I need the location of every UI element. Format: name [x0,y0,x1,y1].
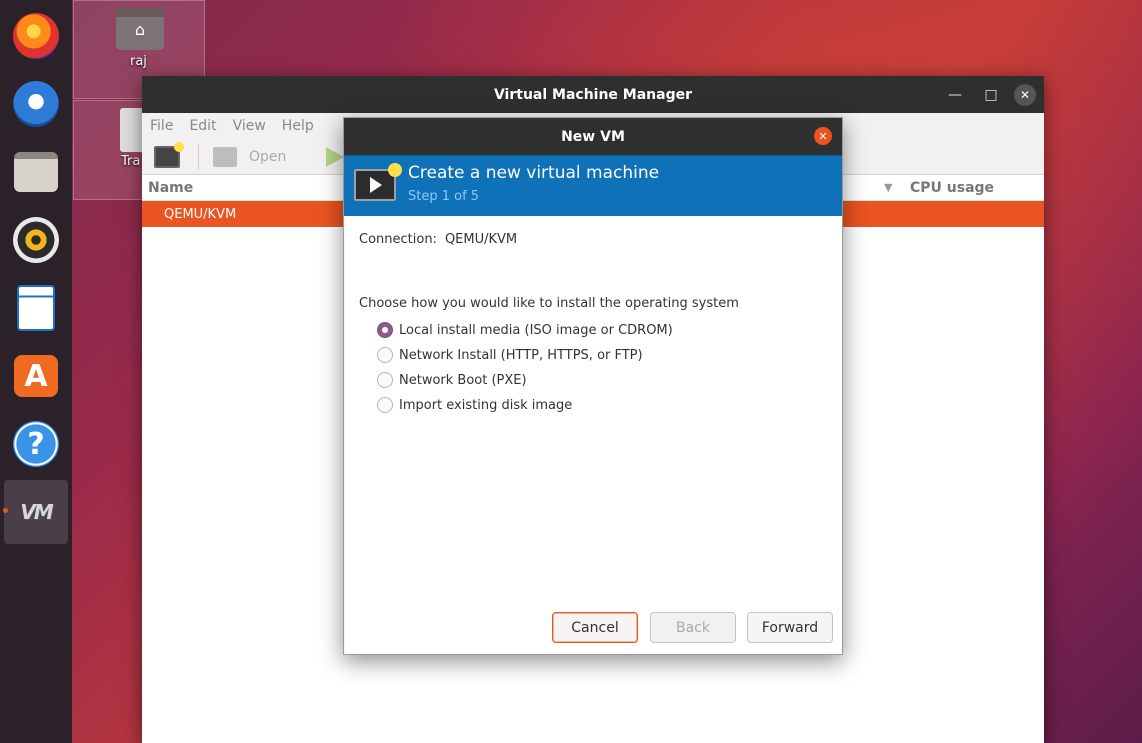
cancel-button[interactable]: Cancel [552,612,638,643]
option-network-boot[interactable]: Network Boot (PXE) [377,372,527,388]
desktop-trash-label: Tra [121,154,140,169]
minimize-icon[interactable]: — [944,84,966,106]
radio-import-disk[interactable] [377,397,393,413]
option-label: Network Boot (PXE) [399,373,527,388]
new-vm-dialog: New VM ✕ Create a new virtual machine St… [343,117,843,655]
dock-item-files[interactable] [4,140,68,204]
main-window-title: Virtual Machine Manager [494,87,692,103]
connection-value: QEMU/KVM [445,232,517,247]
dialog-titlebar: New VM ✕ [344,118,842,155]
option-import-disk[interactable]: Import existing disk image [377,397,572,413]
help-icon: ? [13,421,59,467]
banner-title: Create a new virtual machine [408,163,659,183]
home-folder-icon: ⌂ [116,8,164,50]
main-titlebar: Virtual Machine Manager — □ ✕ [142,76,1044,113]
dock: A ? VM [0,0,72,743]
dock-item-firefox[interactable] [4,4,68,68]
dialog-title: New VM [561,129,625,145]
desktop-home-label: raj [130,54,147,69]
connection-name: QEMU/KVM [164,207,236,222]
menu-file[interactable]: File [150,118,173,134]
toolbar-separator [198,144,199,170]
menu-edit[interactable]: Edit [189,118,216,134]
radio-network-boot[interactable] [377,372,393,388]
menu-view[interactable]: View [233,118,266,134]
menu-help[interactable]: Help [282,118,314,134]
open-vm-icon[interactable] [213,147,237,167]
dialog-content: Connection: QEMU/KVM Choose how you would… [345,216,842,654]
install-method-prompt: Choose how you would like to install the… [359,296,739,311]
firefox-icon [13,13,59,59]
option-local-install[interactable]: Local install media (ISO image or CDROM) [377,322,673,338]
maximize-icon[interactable]: □ [980,84,1002,106]
option-label: Import existing disk image [399,398,572,413]
dialog-close-icon[interactable]: ✕ [814,127,832,145]
option-network-install[interactable]: Network Install (HTTP, HTTPS, or FTP) [377,347,643,363]
column-cpu-usage[interactable]: CPU usage [910,180,994,196]
dock-item-help[interactable]: ? [4,412,68,476]
run-icon[interactable] [326,147,344,167]
files-icon [14,152,58,192]
rhythmbox-icon [13,217,59,263]
new-vm-icon[interactable] [154,146,180,168]
close-icon[interactable]: ✕ [1014,84,1036,106]
radio-network-install[interactable] [377,347,393,363]
open-button-label[interactable]: Open [249,149,286,165]
virt-manager-icon: VM [9,501,63,523]
dock-item-thunderbird[interactable] [4,72,68,136]
dock-item-software[interactable]: A [4,344,68,408]
radio-local-install[interactable] [377,322,393,338]
dock-item-rhythmbox[interactable] [4,208,68,272]
new-vm-banner-icon [354,169,396,201]
software-store-icon: A [14,355,58,397]
column-name[interactable]: Name [148,180,193,196]
connection-label: Connection: [359,232,437,247]
thunderbird-icon [13,81,59,127]
dock-item-virt-manager[interactable]: VM [4,480,68,544]
dock-item-writer[interactable] [4,276,68,340]
banner-step: Step 1 of 5 [408,189,479,204]
option-label: Network Install (HTTP, HTTPS, or FTP) [399,348,643,363]
dialog-banner: Create a new virtual machine Step 1 of 5 [344,155,842,216]
running-indicator [3,508,8,513]
back-button[interactable]: Back [650,612,736,643]
connection-row: Connection: QEMU/KVM [359,232,517,247]
option-label: Local install media (ISO image or CDROM) [399,323,673,338]
forward-button[interactable]: Forward [747,612,833,643]
libreoffice-writer-icon [17,285,55,331]
column-dropdown-icon[interactable]: ▼ [884,181,892,194]
